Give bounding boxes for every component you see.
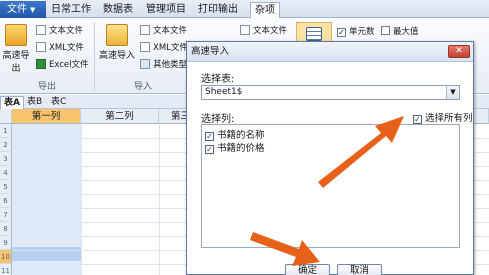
text-file-icon <box>240 25 250 35</box>
text-file-icon <box>36 25 46 35</box>
import-xml-file-button[interactable]: XML文件 <box>140 42 188 54</box>
tab-manage-project[interactable]: 管理项目 <box>144 2 188 18</box>
checkbox-unchecked-icon <box>381 26 390 35</box>
import-icon <box>106 24 128 46</box>
sheet-tab-a[interactable]: 表A <box>0 96 24 109</box>
table-select[interactable]: Sheet1$ ▼ <box>201 85 460 100</box>
grid-vline <box>159 124 160 275</box>
xml-file-icon <box>36 42 46 52</box>
file-menu-button[interactable]: 文件 ▼ <box>0 1 46 18</box>
text-file-button[interactable]: 文本文件 <box>240 25 287 37</box>
dialog-title: 高速导入 <box>191 46 230 57</box>
ribbon-tab-strip: 文件 ▼ 日常工作 数据表 管理项目 打印输出 杂项 <box>0 0 489 18</box>
xml-file-icon <box>140 42 150 52</box>
row-header[interactable]: 7 <box>0 208 12 222</box>
cancel-button[interactable]: 取消 <box>337 264 382 275</box>
row-header[interactable]: 9 <box>0 236 12 250</box>
row-header-active[interactable]: 10 <box>0 250 12 264</box>
dialog-title-bar[interactable]: 高速导入 ✕ <box>187 42 473 62</box>
row-header[interactable]: 11 <box>0 264 12 275</box>
select-table-label: 选择表: <box>201 74 235 85</box>
column-item-label: 书籍的价格 <box>217 143 265 154</box>
row-header[interactable]: 5 <box>0 180 12 194</box>
columns-list: ✓ 书籍的名称 ✓ 书籍的价格 <box>201 124 460 248</box>
chevron-down-icon[interactable]: ▼ <box>446 86 459 99</box>
export-fast-button[interactable]: 高速导出 <box>0 24 32 74</box>
column-header-1[interactable]: 第一列 <box>12 109 81 124</box>
import-text-file-button[interactable]: 文本文件 <box>140 25 187 37</box>
row-header[interactable]: 2 <box>0 138 12 152</box>
row-header[interactable]: 8 <box>0 222 12 236</box>
tab-print-output[interactable]: 打印输出 <box>196 2 240 18</box>
tab-daily-work[interactable]: 日常工作 <box>50 2 92 18</box>
import-fast-button[interactable]: 高速导入 <box>98 24 136 61</box>
close-button[interactable]: ✕ <box>448 45 470 58</box>
export-icon <box>5 24 27 46</box>
unit-count-checkbox[interactable]: ✓ 单元数 <box>337 26 375 38</box>
row-header[interactable]: 4 <box>0 166 12 180</box>
column-header-2[interactable]: 第二列 <box>81 109 159 124</box>
select-all-columns-checkbox[interactable]: ✓ 选择所有列 <box>413 110 473 124</box>
export-group-label: 导出 <box>38 82 57 92</box>
row-header[interactable]: 1 <box>0 124 12 138</box>
excel-file-icon <box>36 59 46 69</box>
other-types-icon <box>140 59 150 69</box>
group-separator <box>94 22 95 90</box>
export-xml-file-button[interactable]: XML文件 <box>36 42 84 54</box>
fast-import-dialog: 高速导入 ✕ 选择表: Sheet1$ ▼ 选择列: ✓ 选择所有列 ✓ 书籍的名称… <box>186 41 474 275</box>
row-header[interactable]: 6 <box>0 194 12 208</box>
corner-cell[interactable] <box>0 109 12 124</box>
checkbox-checked-icon: ✓ <box>413 115 422 124</box>
table-select-value: Sheet1$ <box>205 87 243 97</box>
column-item[interactable]: ✓ 书籍的价格 <box>205 140 265 154</box>
table-icon <box>306 27 322 41</box>
row-header[interactable]: 3 <box>0 152 12 166</box>
select-columns-label: 选择列: <box>201 114 235 125</box>
ok-button[interactable]: 确定 <box>285 264 330 275</box>
sheet-tab-b[interactable]: 表B <box>24 96 45 109</box>
checkbox-checked-icon: ✓ <box>205 145 214 154</box>
max-value-checkbox[interactable]: 最大值 <box>381 26 419 38</box>
tab-data-table[interactable]: 数据表 <box>100 2 136 18</box>
import-other-types-button[interactable]: 其他类型 <box>140 59 187 71</box>
select-all-label: 选择所有列 <box>425 113 473 124</box>
sheet-tab-c[interactable]: 表C <box>48 96 69 109</box>
export-excel-file-button[interactable]: Excel文件 <box>36 59 89 71</box>
grid-vline <box>81 124 82 275</box>
checkbox-checked-icon: ✓ <box>337 28 346 37</box>
tab-misc[interactable]: 杂项 <box>250 2 280 18</box>
column-item[interactable]: ✓ 书籍的名称 <box>205 127 265 141</box>
export-text-file-button[interactable]: 文本文件 <box>36 25 83 37</box>
close-icon: ✕ <box>455 46 463 56</box>
text-file-icon <box>140 25 150 35</box>
import-group-label: 导入 <box>134 82 153 92</box>
